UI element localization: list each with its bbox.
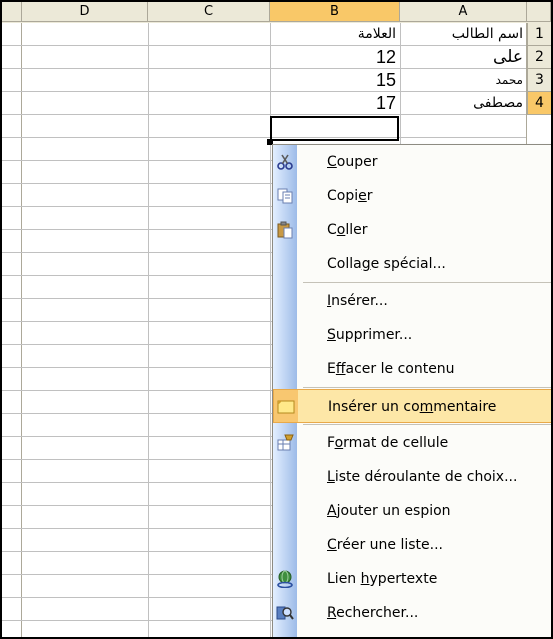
menu-item-label: Supprimer...	[327, 327, 413, 343]
menu-item-supprimer[interactable]: Supprimer...	[273, 318, 551, 352]
cell-a3[interactable]: محمد	[400, 69, 527, 91]
cell-a2[interactable]: على	[400, 46, 527, 68]
menu-item-label: Créer une liste...	[327, 537, 443, 553]
row-gridline	[2, 137, 527, 138]
column-header-c[interactable]: C	[148, 2, 270, 22]
menu-item-coller[interactable]: Coller	[273, 213, 551, 247]
row-header-3[interactable]: 3	[527, 69, 551, 92]
menu-item-label: Copier	[327, 188, 373, 204]
cell-b2[interactable]: 12	[270, 46, 400, 68]
cell-a4[interactable]: مصطفى	[400, 92, 527, 114]
menu-item-effacer-le-contenu[interactable]: Effacer le contenu	[273, 352, 551, 386]
menu-separator	[303, 282, 551, 283]
select-all-corner[interactable]	[527, 2, 551, 22]
column-gridline	[148, 23, 149, 637]
menu-item-lien-hypertexte[interactable]: Lien hypertexte	[273, 562, 551, 596]
column-header-d[interactable]: D	[22, 2, 148, 22]
excel-window: D C B A 1 2 3 4 اسم الطالب العلامة على 1…	[2, 2, 551, 637]
menu-item-label: Liste déroulante de choix...	[327, 469, 518, 485]
cell-b1[interactable]: العلامة	[270, 23, 400, 45]
menu-separator	[303, 424, 551, 425]
menu-item-liste-deroulante-de-choix[interactable]: Liste déroulante de choix...	[273, 460, 551, 494]
hyperlink-icon	[276, 570, 294, 589]
menu-item-label: Format de cellule	[327, 435, 449, 451]
menu-item-collage-special[interactable]: Collage spécial...	[273, 247, 551, 281]
row-header-4[interactable]: 4	[527, 92, 551, 115]
column-header-row: D C B A	[2, 2, 551, 23]
row-header-strip-left	[2, 23, 22, 637]
menu-item-label: Lien hypertexte	[327, 571, 438, 587]
comment-icon	[277, 398, 295, 416]
copy-icon	[276, 187, 294, 205]
active-cell-border	[270, 116, 399, 141]
menu-item-creer-une-liste[interactable]: Créer une liste...	[273, 528, 551, 562]
menu-item-copier[interactable]: Copier	[273, 179, 551, 213]
paste-icon	[276, 221, 294, 239]
research-icon	[276, 604, 294, 622]
format-icon	[276, 434, 294, 452]
menu-item-rechercher[interactable]: Rechercher...	[273, 596, 551, 630]
menu-item-label: Insérer...	[327, 293, 388, 309]
cell-a1[interactable]: اسم الطالب	[400, 23, 527, 45]
row-gridline	[2, 114, 527, 115]
menu-item-label: Coller	[327, 222, 368, 238]
menu-item-format-de-cellule[interactable]: Format de cellule	[273, 426, 551, 460]
column-header-a[interactable]: A	[400, 2, 527, 22]
column-header-b[interactable]: B	[270, 2, 400, 22]
menu-item-label: Ajouter un espion	[327, 503, 451, 519]
corner-header	[2, 2, 22, 22]
menu-item-couper[interactable]: Couper	[273, 145, 551, 179]
menu-item-label: Couper	[327, 154, 378, 170]
row-header-1[interactable]: 1	[527, 23, 551, 46]
menu-item-label: Effacer le contenu	[327, 361, 455, 377]
menu-item-label: Insérer un commentaire	[328, 399, 497, 415]
cell-b3[interactable]: 15	[270, 69, 400, 91]
menu-item-label: Collage spécial...	[327, 256, 446, 272]
menu-item-label: Rechercher...	[327, 605, 419, 621]
context-menu: Couper Copier Coller Collage spécial... Insé…	[272, 144, 551, 637]
menu-item-inserer-un-commentaire[interactable]: Insérer un commentaire	[273, 389, 551, 423]
scissors-icon	[276, 153, 294, 171]
row-header-2[interactable]: 2	[527, 46, 551, 69]
menu-item-inserer[interactable]: Insérer...	[273, 284, 551, 318]
menu-separator	[303, 387, 551, 388]
cell-b4[interactable]: 17	[270, 92, 400, 114]
menu-item-ajouter-un-espion[interactable]: Ajouter un espion	[273, 494, 551, 528]
